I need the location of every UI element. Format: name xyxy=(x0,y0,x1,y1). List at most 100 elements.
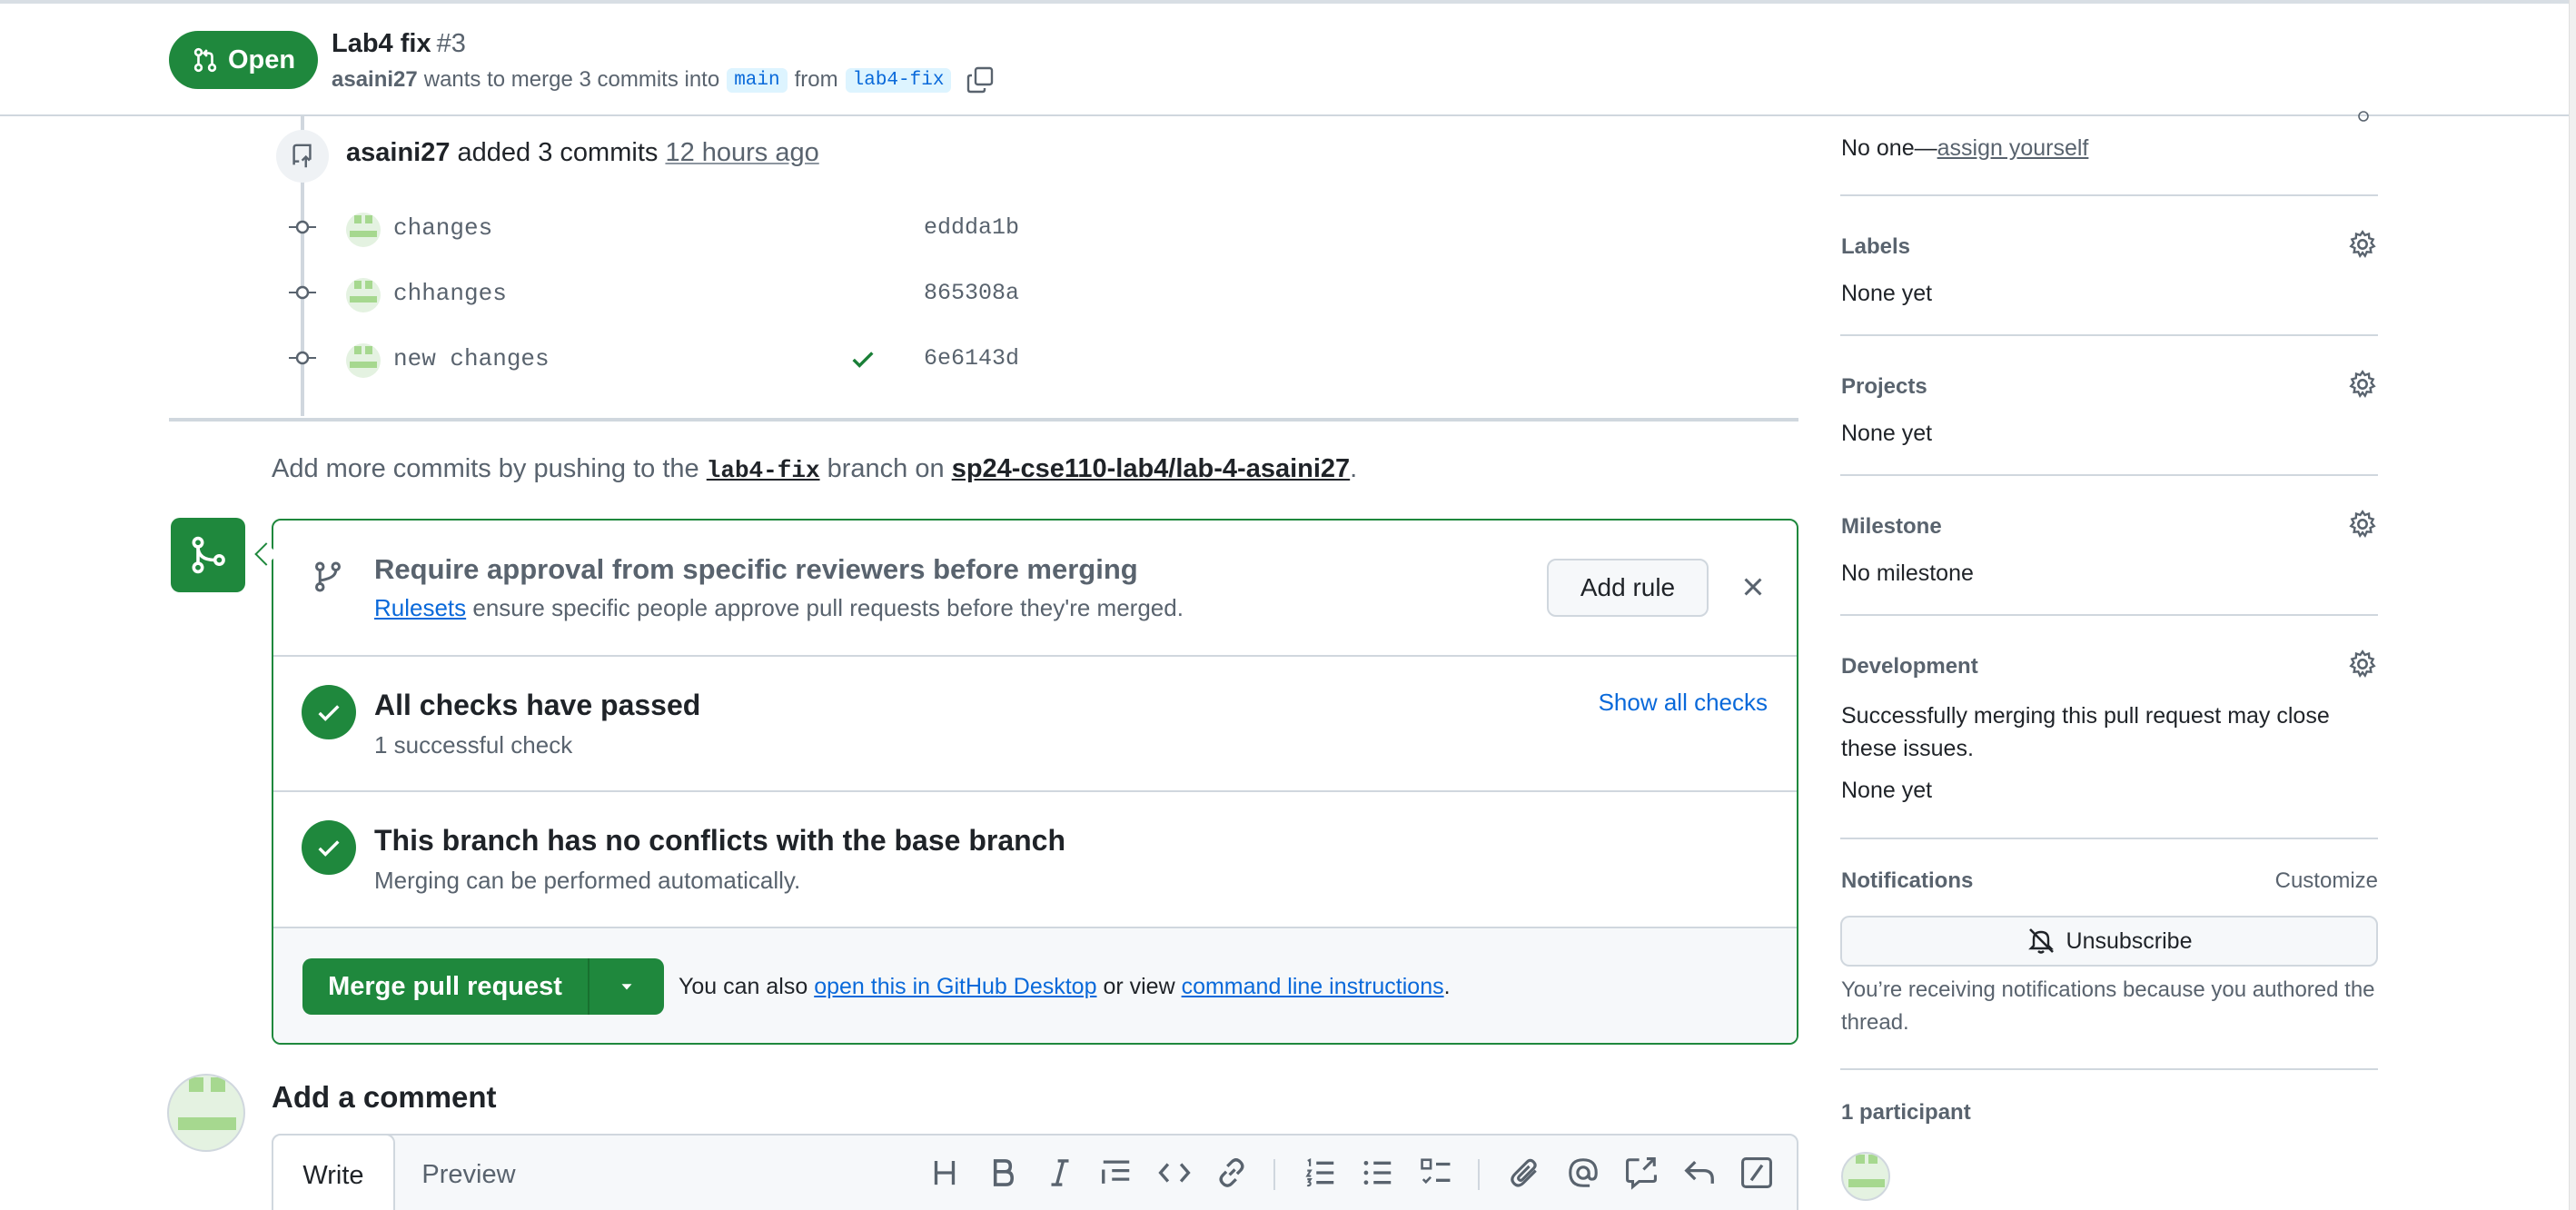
commit-message-link[interactable]: new changes xyxy=(393,345,550,372)
gear-icon[interactable] xyxy=(2356,109,2371,124)
unordered-list-icon[interactable] xyxy=(1361,1155,1395,1190)
event-time-link[interactable]: 12 hours ago xyxy=(665,138,818,167)
assign-yourself-link[interactable]: assign yourself xyxy=(1937,135,2089,161)
from-text: from xyxy=(794,67,838,92)
task-list-icon[interactable] xyxy=(1419,1155,1453,1190)
notifications-heading: Notifications xyxy=(1841,868,1974,893)
rules-section: Require approval from specific reviewers… xyxy=(273,521,1797,657)
conflicts-subtitle: Merging can be performed automatically. xyxy=(374,867,801,894)
push-branch-link[interactable]: lab4-fix xyxy=(707,457,820,484)
labels-heading[interactable]: Labels xyxy=(1841,234,1910,260)
github-desktop-link[interactable]: open this in GitHub Desktop xyxy=(814,974,1096,999)
merge-action-section: Merge pull request You can also open thi… xyxy=(273,928,1797,1043)
pr-author-link[interactable]: asaini27 xyxy=(332,67,418,93)
projects-value: None yet xyxy=(1841,421,1933,446)
rules-desc-text: ensure specific people approve pull requ… xyxy=(472,594,1184,621)
tab-write[interactable]: Write xyxy=(272,1134,395,1210)
git-commit-icon xyxy=(289,285,316,300)
commit-sha-link[interactable]: 865308a xyxy=(924,280,1019,306)
commit-message-link[interactable]: changes xyxy=(393,214,492,242)
pr-merge-text: wants to merge 3 commits into xyxy=(423,67,720,92)
rules-desc: Rulesets ensure specific people approve … xyxy=(374,594,1184,622)
heading-icon[interactable] xyxy=(927,1155,962,1190)
assignees-none-text: No one— xyxy=(1841,135,1937,161)
merge-box: Require approval from specific reviewers… xyxy=(272,519,1798,1045)
participant-avatar[interactable] xyxy=(1841,1152,1890,1201)
command-line-link[interactable]: command line instructions xyxy=(1182,974,1444,999)
checks-title: All checks have passed xyxy=(374,689,701,721)
commit-author-avatar[interactable] xyxy=(346,343,381,378)
commit-sha-link[interactable]: 6e6143d xyxy=(924,345,1019,372)
user-avatar[interactable] xyxy=(167,1074,245,1152)
slash-command-icon[interactable] xyxy=(1739,1155,1774,1190)
commit-author-avatar[interactable] xyxy=(346,213,381,247)
rules-title: Require approval from specific reviewers… xyxy=(374,553,1138,585)
pr-meta: asaini27 wants to merge 3 commits into m… xyxy=(332,65,995,94)
show-all-checks-button[interactable]: Show all checks xyxy=(1599,689,1768,717)
commit-author-avatar[interactable] xyxy=(346,278,381,312)
pr-number: #3 xyxy=(436,29,466,58)
conflicts-section: This branch has no conflicts with the ba… xyxy=(273,792,1797,928)
sidebar-development: Development Successfully merging this pu… xyxy=(1840,616,2378,839)
copy-icon[interactable] xyxy=(966,65,995,94)
merge-hint-middle: or view xyxy=(1103,974,1175,999)
gear-icon[interactable] xyxy=(2347,229,2378,260)
ordered-list-icon[interactable] xyxy=(1303,1155,1338,1190)
reply-icon[interactable] xyxy=(1682,1155,1717,1190)
push-hint-suffix: . xyxy=(1350,454,1358,483)
rulesets-link[interactable]: Rulesets xyxy=(374,594,466,621)
event-author-link[interactable]: asaini27 xyxy=(346,138,450,167)
checks-section: All checks have passed 1 successful chec… xyxy=(273,657,1797,792)
tab-preview[interactable]: Preview xyxy=(410,1136,528,1210)
gear-icon[interactable] xyxy=(2347,369,2378,400)
push-hint: Add more commits by pushing to the lab4-… xyxy=(272,454,1357,484)
git-commit-icon xyxy=(289,220,316,234)
commit-message-link[interactable]: chhanges xyxy=(393,280,507,307)
quote-icon[interactable] xyxy=(1099,1155,1134,1190)
mention-icon[interactable] xyxy=(1566,1155,1600,1190)
reference-icon[interactable] xyxy=(1624,1155,1659,1190)
merge-hint: You can also open this in GitHub Desktop… xyxy=(679,974,1451,1000)
customize-notifications-link[interactable]: Customize xyxy=(2275,868,2378,894)
gear-icon[interactable] xyxy=(2347,509,2378,540)
projects-heading[interactable]: Projects xyxy=(1841,374,1927,400)
commit-sha-link[interactable]: eddda1b xyxy=(924,214,1019,241)
merge-hint-suffix: . xyxy=(1443,974,1451,999)
link-icon[interactable] xyxy=(1214,1155,1249,1190)
bold-icon[interactable] xyxy=(986,1155,1020,1190)
milestone-value: No milestone xyxy=(1841,560,1974,586)
add-comment-title: Add a comment xyxy=(272,1080,497,1114)
merge-hint-prefix: You can also xyxy=(679,974,808,999)
milestone-heading[interactable]: Milestone xyxy=(1841,514,1942,540)
close-icon[interactable] xyxy=(1739,573,1767,600)
toolbar-divider xyxy=(1273,1159,1275,1190)
italic-icon[interactable] xyxy=(1043,1155,1077,1190)
base-branch-tag[interactable]: main xyxy=(727,67,788,93)
toolbar-divider xyxy=(1478,1159,1480,1190)
labels-value: None yet xyxy=(1841,281,1933,306)
attach-icon[interactable] xyxy=(1509,1155,1543,1190)
push-hint-middle: branch on xyxy=(827,454,945,483)
sidebar-labels: Labels None yet xyxy=(1840,196,2378,336)
conflicts-title: This branch has no conflicts with the ba… xyxy=(374,824,1066,857)
push-repo-link[interactable]: sp24-cse110-lab4/lab-4-asaini27 xyxy=(952,454,1350,483)
code-icon[interactable] xyxy=(1157,1155,1192,1190)
sidebar-milestone: Milestone No milestone xyxy=(1840,476,2378,616)
development-heading[interactable]: Development xyxy=(1841,654,1978,679)
git-commit-icon xyxy=(289,351,316,365)
pr-title-text: Lab4 fix xyxy=(332,29,431,58)
head-branch-tag[interactable]: lab4-fix xyxy=(845,67,952,93)
add-rule-button[interactable]: Add rule xyxy=(1547,559,1709,617)
merge-pull-request-button[interactable]: Merge pull request xyxy=(302,958,590,1015)
timeline-divider xyxy=(169,418,1798,422)
participants-heading: 1 participant xyxy=(1841,1100,1971,1125)
commit-row: chhanges 865308a xyxy=(0,274,1798,312)
gear-icon[interactable] xyxy=(2347,649,2378,679)
notifications-reason: You’re receiving notifications because y… xyxy=(1841,977,2375,1035)
merge-method-dropdown[interactable] xyxy=(590,958,664,1015)
checks-subtitle: 1 successful check xyxy=(374,731,573,759)
development-value: None yet xyxy=(1841,778,1933,803)
page-scrollbar[interactable] xyxy=(2569,0,2576,1210)
check-icon[interactable] xyxy=(849,345,877,372)
unsubscribe-button[interactable]: Unsubscribe xyxy=(1840,916,2378,967)
